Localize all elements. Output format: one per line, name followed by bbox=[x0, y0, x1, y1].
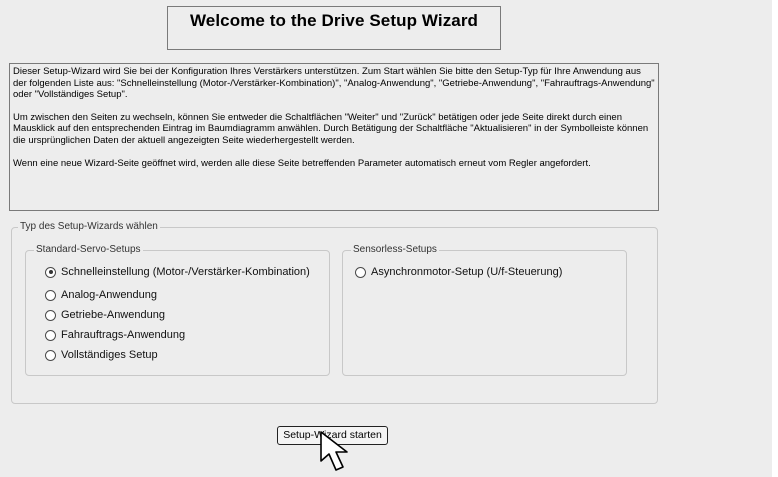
wizard-type-group-label: Typ des Setup-Wizards wählen bbox=[18, 221, 160, 233]
radio-unselected-icon[interactable] bbox=[355, 266, 366, 278]
radio-label: Schnelleinstellung (Motor-/Verstärker-Ko… bbox=[61, 266, 310, 278]
arrow-cursor-icon bbox=[320, 431, 348, 471]
radio-unselected-icon[interactable] bbox=[45, 289, 56, 301]
intro-paragraph-3: Wenn eine neue Wizard-Seite geöffnet wir… bbox=[13, 157, 591, 169]
radio-unselected-icon[interactable] bbox=[45, 329, 56, 341]
radio-fahrauftrags-anwendung[interactable]: Fahrauftrags-Anwendung bbox=[45, 327, 185, 343]
intro-paragraph-2: Um zwischen den Seiten zu wechseln, könn… bbox=[13, 111, 649, 146]
radio-label: Getriebe-Anwendung bbox=[61, 309, 165, 321]
sensorless-group: Sensorless-Setups Asynchronmotor-Setup (… bbox=[342, 244, 627, 376]
standard-servo-group: Standard-Servo-Setups Schnelleinstellung… bbox=[25, 244, 330, 376]
radio-label: Fahrauftrags-Anwendung bbox=[61, 329, 186, 341]
radio-unselected-icon[interactable] bbox=[45, 349, 56, 361]
wizard-panel: Welcome to the Drive Setup Wizard Dieser… bbox=[0, 0, 772, 477]
radio-schnelleinstellung[interactable]: Schnelleinstellung (Motor-/Verstärker-Ko… bbox=[45, 264, 310, 280]
intro-paragraph-1: Dieser Setup-Wizard wird Sie bei der Kon… bbox=[13, 66, 655, 101]
radio-unselected-icon[interactable] bbox=[45, 309, 56, 321]
radio-label: Asynchronmotor-Setup (U/f-Steuerung) bbox=[371, 266, 563, 278]
radio-label: Vollständiges Setup bbox=[61, 349, 158, 361]
title-box: Welcome to the Drive Setup Wizard bbox=[167, 6, 501, 50]
intro-text-box: Dieser Setup-Wizard wird Sie bei der Kon… bbox=[9, 63, 659, 211]
page-title: Welcome to the Drive Setup Wizard bbox=[189, 11, 479, 30]
radio-asynchronmotor-setup[interactable]: Asynchronmotor-Setup (U/f-Steuerung) bbox=[355, 264, 562, 280]
radio-vollstaendiges-setup[interactable]: Vollständiges Setup bbox=[45, 347, 158, 363]
radio-getriebe-anwendung[interactable]: Getriebe-Anwendung bbox=[45, 307, 165, 323]
sensorless-group-label: Sensorless-Setups bbox=[351, 244, 439, 256]
radio-selected-icon[interactable] bbox=[45, 266, 56, 278]
radio-analog-anwendung[interactable]: Analog-Anwendung bbox=[45, 287, 157, 303]
standard-servo-group-label: Standard-Servo-Setups bbox=[34, 244, 143, 256]
radio-label: Analog-Anwendung bbox=[61, 289, 158, 301]
